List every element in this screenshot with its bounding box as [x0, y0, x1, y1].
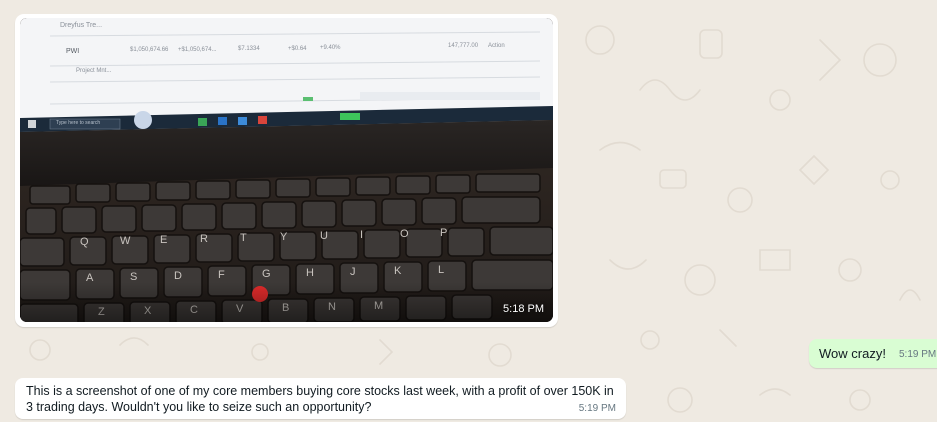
screen-search-placeholder: Type here to search	[56, 120, 101, 126]
key-label: U	[320, 230, 328, 242]
key-label: Q	[80, 236, 89, 248]
outgoing-message[interactable]: Wow crazy! 5:19 PM	[809, 339, 937, 368]
screen-row-symbol: PWI	[66, 48, 80, 55]
outgoing-message-time: 5:19 PM	[899, 349, 937, 360]
key-label: O	[400, 228, 409, 240]
key-label: W	[120, 235, 131, 247]
screen-row-value-6: 147,777.00	[448, 43, 479, 49]
key-label: L	[438, 264, 445, 276]
screen-row-value-2: +$1,050,674...	[178, 47, 217, 53]
key-label: Y	[280, 231, 288, 243]
screen-row-label-1: Dreyfus Tre...	[60, 22, 103, 29]
key-label: I	[360, 229, 364, 241]
key-label: F	[218, 269, 225, 281]
key-label: P	[440, 227, 448, 239]
screen-row-label-2: Project Mnt...	[76, 68, 112, 74]
key-label: T	[240, 232, 247, 244]
laptop-photo-illustration	[20, 18, 553, 322]
screen-row-value-1: $1,050,674.66	[130, 47, 169, 53]
image-timestamp: 5:18 PM	[503, 303, 544, 315]
key-label: J	[350, 266, 356, 278]
key-label: K	[394, 265, 402, 277]
laptop-photo[interactable]: Dreyfus Tre... PWI $1,050,674.66 +$1,050…	[20, 18, 553, 322]
incoming-message[interactable]: This is a screenshot of one of my core m…	[15, 378, 626, 419]
key-label: E	[160, 234, 168, 246]
key-label: R	[200, 233, 208, 245]
screen-row-value-3: $7.1334	[238, 46, 260, 52]
incoming-message-time: 5:19 PM	[578, 403, 616, 414]
screen-row-value-5: +9.40%	[320, 45, 341, 51]
incoming-image-message[interactable]: Dreyfus Tre... PWI $1,050,674.66 +$1,050…	[15, 14, 558, 327]
screen-row-value-4: +$0.64	[288, 46, 307, 52]
key-label: H	[306, 267, 314, 279]
outgoing-message-text: Wow crazy!	[819, 346, 886, 361]
screen-row-action: Action	[488, 43, 505, 49]
key-label: G	[262, 268, 271, 280]
key-label: D	[174, 270, 182, 282]
incoming-message-text: This is a screenshot of one of my core m…	[26, 384, 614, 414]
photo-shade	[20, 282, 553, 322]
